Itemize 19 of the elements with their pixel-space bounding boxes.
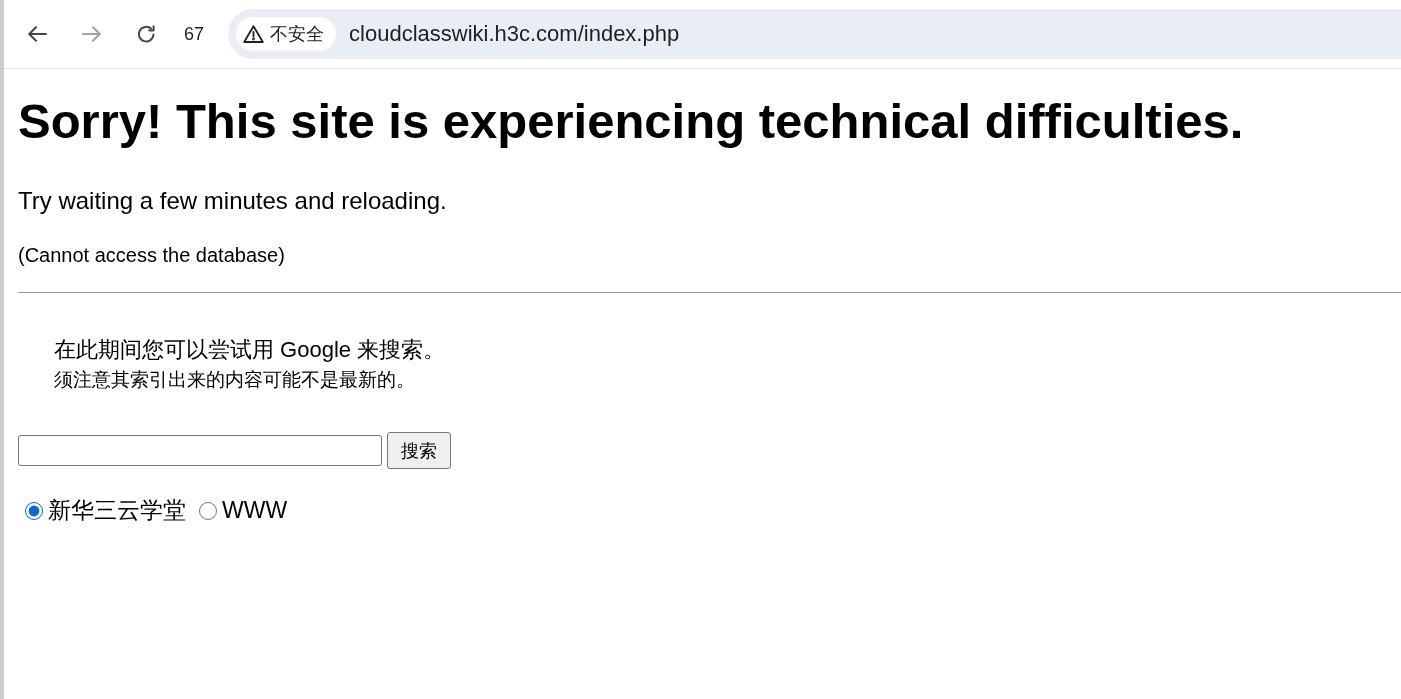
warning-icon <box>243 25 265 43</box>
address-bar[interactable]: 不安全 cloudclasswiki.h3c.com/index.php <box>228 9 1401 59</box>
search-notice-text: 在此期间您可以尝试用 Google 来搜索。 <box>54 336 446 364</box>
search-warning-text: 须注意其索引出来的内容可能不是最新的。 <box>54 368 415 392</box>
search-field[interactable] <box>18 435 382 466</box>
error-detail: (Cannot access the database) <box>18 243 285 268</box>
security-chip[interactable]: 不安全 <box>236 17 337 51</box>
url-text: cloudclasswiki.h3c.com/index.php <box>349 21 680 47</box>
radio-button[interactable] <box>25 501 43 520</box>
radio-label[interactable]: 新华三云学堂 <box>48 497 186 524</box>
counter-text: 67 <box>184 23 205 45</box>
search-button[interactable]: 搜索 <box>387 432 451 469</box>
error-message: Try waiting a few minutes and reloading. <box>18 186 447 216</box>
radio-label[interactable]: WWW <box>222 497 288 524</box>
reload-icon[interactable] <box>137 25 155 43</box>
back-arrow-icon[interactable] <box>28 26 47 42</box>
error-heading: Sorry! This site is experiencing technical difficulties. <box>18 93 1244 149</box>
security-label: 不安全 <box>270 23 325 46</box>
radio-button[interactable] <box>199 501 217 520</box>
